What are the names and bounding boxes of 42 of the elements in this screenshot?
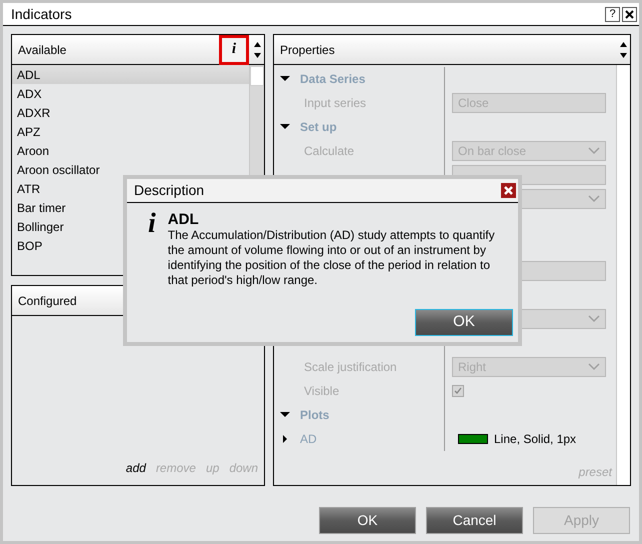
property-label: Input series xyxy=(304,95,366,112)
expanded-triangle-icon[interactable] xyxy=(280,74,290,84)
indicator-item[interactable]: ADXR xyxy=(12,103,249,122)
info-button[interactable]: i xyxy=(219,34,249,64)
dialog-button[interactable]: OK xyxy=(319,507,416,534)
close-icon[interactable] xyxy=(501,183,516,198)
indicator-description: The Accumulation/Distribution (AD) study attempts to quantify the amount of volume flowing into or out of an instrument by identifying the position of the close of the period in relation to that period's high/low range. xyxy=(168,228,496,288)
ok-button[interactable]: OK xyxy=(415,309,513,336)
plot-color-swatch[interactable] xyxy=(458,434,488,444)
scrollbar[interactable] xyxy=(616,65,630,485)
dialog-button[interactable]: Cancel xyxy=(426,507,523,534)
property-label: AD xyxy=(300,431,317,448)
expanded-triangle-icon[interactable] xyxy=(280,122,290,132)
indicator-item[interactable]: APZ xyxy=(12,122,249,141)
property-label: Visible xyxy=(304,383,340,400)
indicator-item[interactable]: Aroon xyxy=(12,141,249,160)
chevron-down-icon xyxy=(588,363,600,371)
expanded-triangle-icon[interactable] xyxy=(280,410,290,420)
close-icon[interactable] xyxy=(622,6,637,22)
action-link[interactable]: add xyxy=(126,459,146,477)
panel-title: Available xyxy=(18,42,68,58)
chevron-down-icon xyxy=(588,315,600,323)
panel-title: Configured xyxy=(18,292,78,310)
collapsed-triangle-icon[interactable] xyxy=(280,434,290,444)
dialog-title: Description xyxy=(134,181,206,200)
property-label: Plots xyxy=(300,407,330,424)
checkbox[interactable] xyxy=(452,385,464,397)
property-label: Calculate xyxy=(304,143,354,160)
property-label: Scale justification xyxy=(304,359,397,376)
indicator-name: ADL xyxy=(168,211,200,228)
indicator-item[interactable]: ADX xyxy=(12,84,249,103)
indicator-item[interactable]: ADL xyxy=(12,65,249,84)
chevron-down-icon xyxy=(588,147,600,155)
info-icon: i xyxy=(148,211,156,288)
panel-title: Properties xyxy=(280,42,336,58)
chevron-down-icon xyxy=(588,195,600,203)
plot-style: Line, Solid, 1px xyxy=(494,431,576,448)
property-label: Data Series xyxy=(300,71,366,88)
help-button[interactable]: ? xyxy=(605,6,620,22)
window-title: Indicators xyxy=(11,4,73,24)
indicator-item[interactable]: Aroon oscillator xyxy=(12,160,249,179)
property-label: Set up xyxy=(300,119,337,136)
